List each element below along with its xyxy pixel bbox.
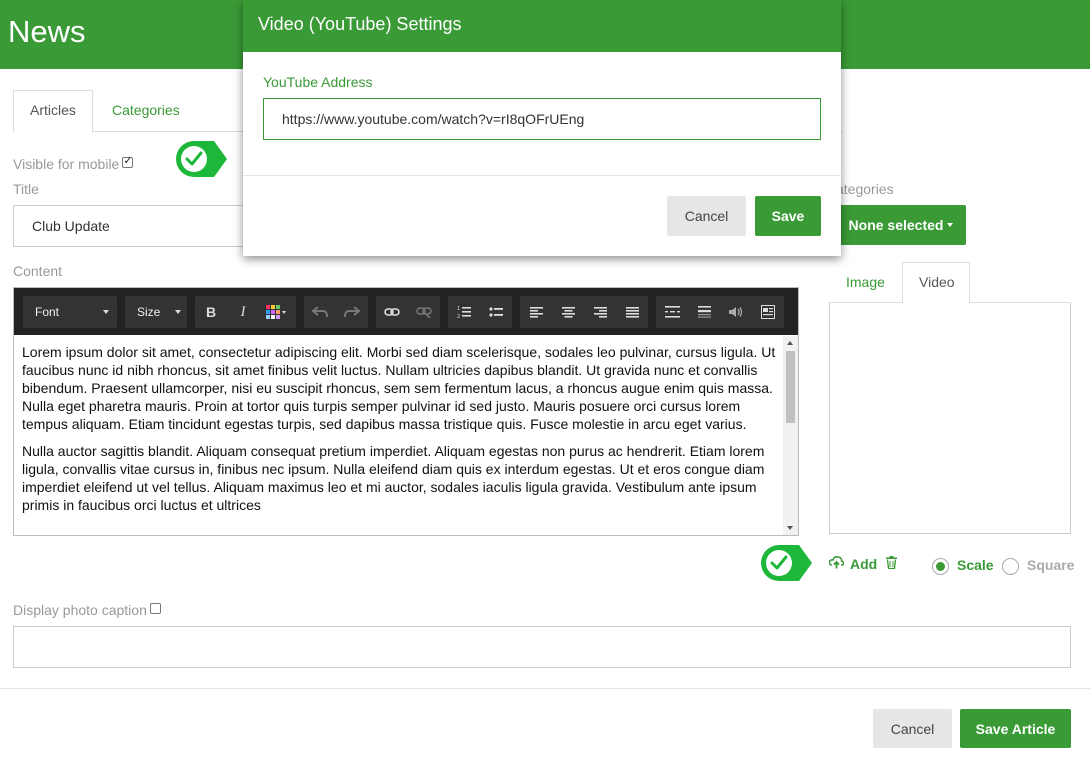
list-group: 12 (448, 296, 512, 328)
caption-input[interactable] (13, 626, 1071, 668)
content-paragraph: Lorem ipsum dolor sit amet, consectetur … (22, 344, 776, 432)
editor-content[interactable]: Lorem ipsum dolor sit amet, consectetur … (14, 335, 784, 535)
save-article-button[interactable]: Save Article (960, 709, 1071, 748)
tab-categories[interactable]: Categories (95, 90, 197, 132)
undo-icon[interactable] (304, 296, 336, 328)
categories-select-button[interactable]: None selected (836, 205, 966, 245)
categories-select-value: None selected (848, 217, 944, 233)
page-break-icon[interactable] (656, 296, 688, 328)
rich-text-editor: Font Size B I 1 2 Lorem ipsum dolor sit … (13, 287, 799, 536)
tab-articles[interactable]: Articles (13, 90, 93, 133)
unlink-icon[interactable] (408, 296, 440, 328)
unordered-list-icon[interactable] (480, 296, 512, 328)
page-title: News (8, 14, 86, 49)
italic-button[interactable]: I (227, 296, 259, 328)
color-grid-icon (266, 305, 286, 319)
color-picker-button[interactable] (259, 296, 295, 328)
scale-radio[interactable] (932, 558, 949, 575)
media-tabs: Image Video (829, 262, 1071, 304)
add-video-button[interactable]: Add (850, 556, 877, 572)
visible-mobile-row: Visible for mobile (13, 154, 134, 172)
square-label: Square (1027, 557, 1075, 573)
horizontal-rule-icon[interactable] (688, 296, 720, 328)
align-justify-icon[interactable] (616, 296, 648, 328)
visible-mobile-label: Visible for mobile (13, 156, 120, 172)
ordered-list-icon[interactable]: 12 (448, 296, 480, 328)
youtube-address-input[interactable]: https://www.youtube.com/watch?v=rI8qOFrU… (263, 98, 821, 140)
tab-video[interactable]: Video (902, 262, 970, 304)
modal-header: Video (YouTube) Settings (243, 0, 841, 52)
insert-group (656, 296, 784, 328)
redo-icon[interactable] (336, 296, 368, 328)
video-preview-area (829, 303, 1071, 534)
check-badge-icon (759, 543, 813, 583)
align-group (520, 296, 648, 328)
editor-toolbar: Font Size B I 1 2 (14, 288, 798, 335)
font-dropdown-label: Font (35, 305, 60, 319)
footer-divider (0, 688, 1090, 689)
content-paragraph: Nulla auctor sagittis blandit. Aliquam c… (22, 443, 765, 513)
chevron-down-icon (947, 223, 954, 227)
bold-button[interactable]: B (195, 296, 227, 328)
align-center-icon[interactable] (552, 296, 584, 328)
cancel-button[interactable]: Cancel (873, 709, 952, 748)
media-actions: Add (828, 554, 898, 574)
youtube-settings-modal: Video (YouTube) Settings YouTube Address… (243, 0, 841, 256)
title-input[interactable]: Club Update (13, 205, 253, 247)
scrollbar-thumb[interactable] (786, 351, 795, 423)
align-left-icon[interactable] (520, 296, 552, 328)
scroll-down-icon[interactable] (787, 526, 793, 530)
title-label: Title (13, 181, 39, 197)
modal-cancel-button[interactable]: Cancel (667, 196, 746, 236)
font-dropdown[interactable]: Font (23, 296, 117, 328)
format-group: B I (195, 296, 296, 328)
display-caption-checkbox[interactable] (149, 603, 161, 614)
upload-icon[interactable] (828, 556, 845, 572)
align-right-icon[interactable] (584, 296, 616, 328)
scroll-up-icon[interactable] (787, 341, 793, 345)
check-badge-icon (174, 139, 228, 179)
editor-scrollbar[interactable] (783, 336, 798, 535)
modal-save-button[interactable]: Save (755, 196, 821, 236)
chevron-down-icon (175, 310, 181, 314)
scale-label: Scale (957, 557, 994, 573)
content-label: Content (13, 263, 63, 279)
size-dropdown-label: Size (137, 305, 161, 319)
visible-mobile-checkbox[interactable] (122, 154, 134, 168)
history-group (304, 296, 368, 328)
link-icon[interactable] (376, 296, 408, 328)
audio-icon[interactable] (720, 296, 752, 328)
chevron-down-icon (103, 310, 109, 314)
square-radio[interactable] (1002, 558, 1019, 575)
modal-divider (243, 175, 841, 176)
link-group (376, 296, 440, 328)
display-caption-label: Display photo caption (13, 602, 147, 618)
size-dropdown[interactable]: Size (125, 296, 187, 328)
modal-title: Video (YouTube) Settings (258, 14, 462, 34)
media-embed-icon[interactable] (752, 296, 784, 328)
display-caption-row: Display photo caption (13, 602, 161, 618)
tab-image[interactable]: Image (829, 262, 902, 303)
svg-text:1: 1 (457, 306, 460, 312)
categories-label: ategories (836, 181, 894, 197)
svg-text:2: 2 (457, 314, 460, 319)
youtube-address-label: YouTube Address (263, 74, 373, 90)
trash-icon[interactable] (886, 556, 898, 572)
